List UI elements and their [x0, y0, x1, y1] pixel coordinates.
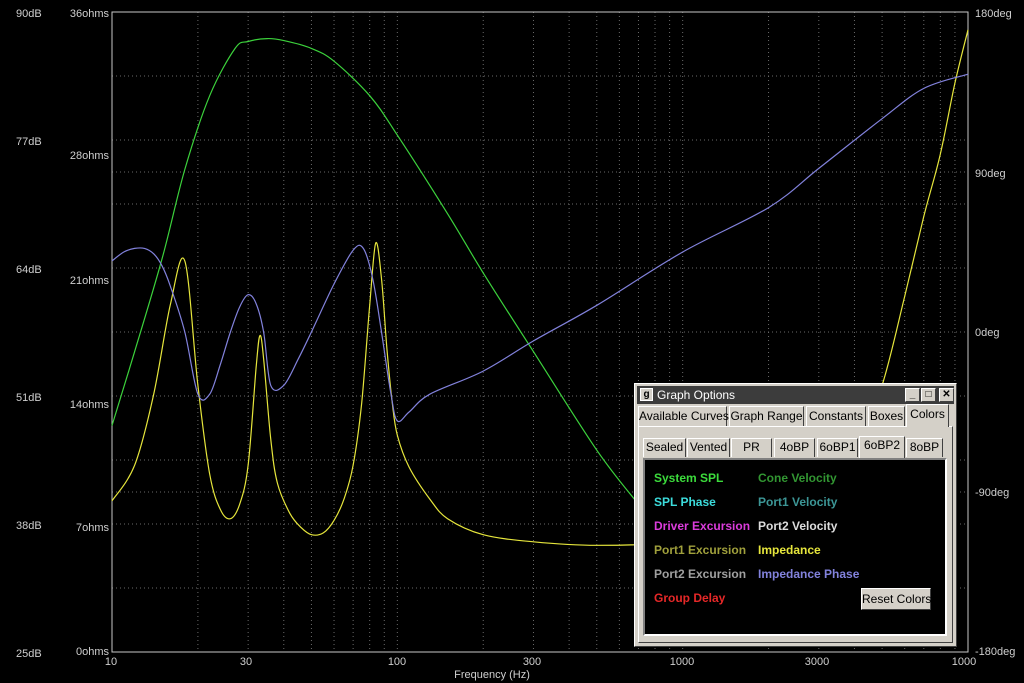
phase-tick: -180deg — [975, 646, 1015, 658]
color-label-port2-excursion[interactable]: Port2 Excursion — [654, 567, 746, 581]
freq-tick: 1000 — [952, 656, 976, 668]
tab-graph-range[interactable]: Graph Range — [729, 406, 804, 426]
window-titlebar[interactable]: g Graph Options _ □ ✕ — [637, 386, 954, 404]
subtab-sealed[interactable]: Sealed — [643, 438, 686, 457]
ohm-tick: 36ohms — [70, 8, 110, 20]
subtab-8obp[interactable]: 8oBP — [906, 438, 943, 457]
phase-tick: -90deg — [975, 487, 1009, 499]
tab-constants[interactable]: Constants — [806, 406, 866, 426]
color-label-impedance-phase[interactable]: Impedance Phase — [758, 567, 859, 581]
ohm-tick: 7ohms — [76, 522, 110, 534]
spl-tick: 90dB — [16, 8, 42, 20]
subtab-vented[interactable]: Vented — [687, 438, 730, 457]
spl-tick: 64dB — [16, 264, 42, 276]
color-label-group-delay[interactable]: Group Delay — [654, 591, 725, 605]
color-label-cone-velocity[interactable]: Cone Velocity — [758, 471, 837, 485]
x-axis-label: Frequency (Hz) — [454, 669, 530, 681]
graph-options-icon: g — [640, 388, 653, 401]
subtab-6obp2[interactable]: 6oBP2 — [859, 436, 905, 458]
graph-options-window: g Graph Options _ □ ✕ Available Curves G… — [634, 383, 957, 647]
reset-colors-button[interactable]: Reset Colors — [861, 588, 931, 610]
spl-tick: 77dB — [16, 136, 42, 148]
freq-tick: 3000 — [805, 656, 829, 668]
window-title: Graph Options — [657, 388, 736, 402]
spl-tick: 51dB — [16, 392, 42, 404]
phase-tick: 180deg — [975, 8, 1012, 20]
color-label-port2-velocity[interactable]: Port2 Velocity — [758, 519, 837, 533]
phase-tick: 90deg — [975, 168, 1006, 180]
maximize-button[interactable]: □ — [921, 388, 936, 402]
tab-colors[interactable]: Colors — [906, 404, 949, 427]
tab-available-curves[interactable]: Available Curves — [638, 406, 729, 426]
color-label-impedance[interactable]: Impedance — [758, 543, 821, 557]
color-label-port1-excursion[interactable]: Port1 Excursion — [654, 543, 746, 557]
color-label-system-spl[interactable]: System SPL — [654, 471, 723, 485]
tab-boxes[interactable]: Boxes — [868, 406, 905, 426]
color-label-port1-velocity[interactable]: Port1 Velocity — [758, 495, 837, 509]
series-impedance-phase — [111, 73, 969, 423]
color-label-spl-phase[interactable]: SPL Phase — [654, 495, 716, 509]
ohm-tick: 14ohms — [70, 399, 110, 411]
freq-tick: 30 — [240, 656, 252, 668]
color-label-driver-excursion[interactable]: Driver Excursion — [654, 519, 750, 533]
freq-tick: 100 — [388, 656, 406, 668]
freq-tick: 300 — [523, 656, 541, 668]
subtab-4obp[interactable]: 4oBP — [774, 438, 815, 457]
series-system-spl — [111, 37, 656, 525]
freq-tick: 1000 — [670, 656, 694, 668]
close-button[interactable]: ✕ — [939, 388, 954, 402]
minimize-button[interactable]: _ — [905, 388, 920, 402]
ohm-tick: 21ohms — [70, 275, 110, 287]
spl-tick: 25dB — [16, 648, 42, 660]
phase-tick: 0deg — [975, 327, 999, 339]
colors-panel: Sealed Vented PR 4oBP 6oBP1 6oBP2 8oBP S… — [638, 426, 953, 643]
freq-tick: 10 — [105, 656, 117, 668]
subtab-6obp1[interactable]: 6oBP1 — [817, 438, 858, 457]
subtab-pr[interactable]: PR — [731, 438, 772, 457]
ohm-tick: 28ohms — [70, 150, 110, 162]
spl-tick: 38dB — [16, 520, 42, 532]
